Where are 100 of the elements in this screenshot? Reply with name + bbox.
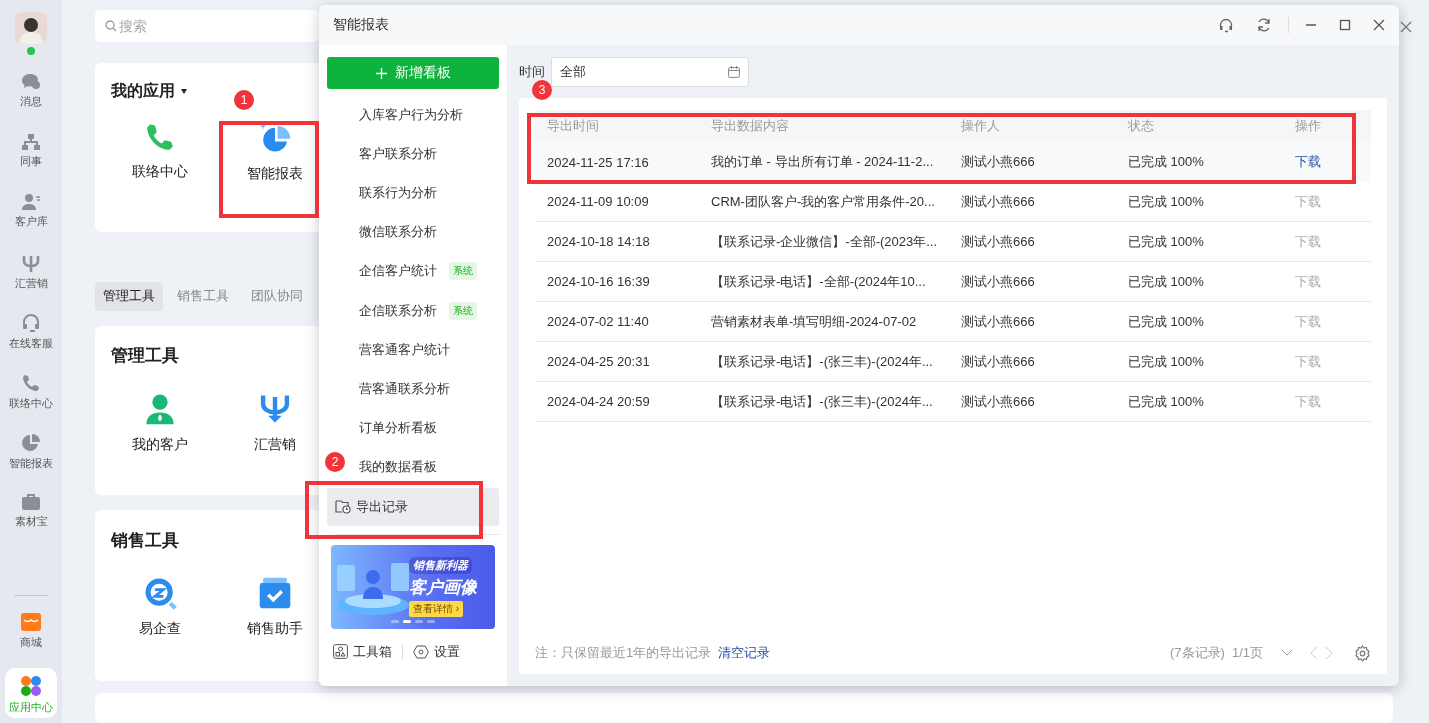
table-cell-text: 2024-10-18 14:18 — [547, 234, 651, 249]
person-icon — [21, 193, 41, 211]
column-header: 导出数据内容 — [711, 117, 790, 135]
note-text: 注：只保留最近1年的导出记录 — [535, 644, 712, 662]
banner-kicker: 销售新利器 — [409, 556, 472, 574]
table-cell-text: 测试小燕666 — [961, 272, 1036, 291]
nav-item[interactable]: 消息 — [5, 69, 57, 129]
menu-item[interactable]: 微信联系分析 — [359, 223, 437, 242]
menu-item[interactable]: 客户联系分析 — [359, 144, 437, 163]
nav-item[interactable]: 智能报表 — [5, 429, 57, 489]
dropdown-icon[interactable] — [181, 88, 187, 94]
nav-item[interactable]: 联络中心 — [5, 369, 57, 429]
nav-item[interactable]: 在线客服 — [5, 309, 57, 369]
app-tile[interactable]: 联络中心 — [110, 121, 210, 183]
column-header: 导出时间 — [547, 117, 600, 135]
table-cell-text: 【联系记录-电话】-(张三丰)-(2024年... — [711, 352, 934, 371]
menu-item[interactable]: 企信客户统计 — [359, 262, 437, 281]
table-row[interactable]: 2024-07-02 11:40 营销素材表单-填写明细-2024-07-02 测试小燕666 已完成 100% 下载 — [535, 302, 1371, 342]
calendar-icon — [728, 66, 740, 78]
settings-icon[interactable] — [1354, 644, 1371, 662]
pie-chart-icon — [21, 433, 41, 453]
tab[interactable]: 管理工具 — [95, 281, 163, 311]
table-cell-text: 【联系记录-电话】-全部-(2024年10... — [711, 272, 927, 291]
table-cell-text: 已完成 100% — [1128, 392, 1205, 411]
column-header: 操作 — [1295, 117, 1322, 135]
briefcase-icon — [21, 493, 41, 511]
nav-item[interactable]: 客户库 — [5, 189, 57, 249]
close-icon[interactable] — [1400, 21, 1412, 33]
app-tile[interactable]: 智能报表 — [225, 121, 325, 183]
system-tag: 系统 — [449, 262, 477, 281]
details-button[interactable]: 查看详情 › — [409, 600, 464, 617]
menu-item[interactable]: 我的数据看板 — [359, 458, 437, 477]
headset-icon — [21, 313, 41, 333]
table-cell-text: 已完成 100% — [1128, 153, 1205, 171]
menu-item[interactable]: 订单分析看板 — [359, 419, 437, 438]
table-cell-text: 【联系记录-企业微信】-全部-(2023年... — [711, 232, 939, 251]
app-tile[interactable]: 易企查 — [110, 576, 210, 639]
table-cell-text: 【联系记录-电话】-(张三丰)-(2024年... — [711, 392, 934, 411]
table-cell-text: 测试小燕666 — [961, 352, 1036, 371]
app-tile[interactable]: 我的客户 — [110, 391, 210, 454]
column-header: 操作人 — [961, 117, 1001, 135]
filter-label: 时间 — [519, 63, 545, 81]
window-title: 智能报表 — [333, 16, 389, 34]
table-row[interactable]: 2024-10-16 16:39 【联系记录-电话】-全部-(2024年10... 测试小燕666 已完成 100% 下载 — [535, 262, 1371, 302]
section-title: 我的应用 — [111, 80, 175, 101]
close-icon[interactable] — [1373, 19, 1385, 31]
table-cell-text: 测试小燕666 — [961, 192, 1036, 211]
apps-icon — [20, 675, 42, 697]
table-cell-text: 已完成 100% — [1128, 232, 1205, 251]
nav-item[interactable]: 同事 — [5, 129, 57, 189]
download-link[interactable]: 下载 — [1295, 153, 1371, 171]
plus-icon — [375, 67, 387, 79]
menu-item[interactable]: 联系行为分析 — [359, 183, 437, 202]
menu-item[interactable]: 导出记录 — [327, 487, 499, 526]
menu-item[interactable]: 入库客户行为分析 — [359, 105, 463, 124]
section-title: 管理工具 — [111, 345, 179, 368]
table-row[interactable]: 2024-04-24 20:59 【联系记录-电话】-(张三丰)-(2024年... 测试小燕666 已完成 100% 下载 — [535, 382, 1371, 422]
date-range-field[interactable]: 全部 — [551, 57, 749, 87]
table-cell-text: 已完成 100% — [1128, 272, 1205, 291]
table-cell-text: 营销素材表单-填写明细-2024-07-02 — [711, 312, 918, 331]
table-cell-text: 测试小燕666 — [961, 153, 1036, 171]
promo-banner[interactable]: 销售新利器 客户画像 查看详情 › — [331, 544, 495, 629]
settings-icon — [413, 644, 429, 659]
menu-item[interactable]: 企信联系分析 — [359, 301, 437, 320]
table-cell-text: 已完成 100% — [1128, 312, 1205, 331]
org-chart-icon — [21, 133, 41, 151]
refresh-icon[interactable] — [1256, 17, 1272, 33]
check-card-icon — [258, 576, 292, 611]
column-header: 状态 — [1128, 117, 1155, 135]
table-cell-text: 已完成 100% — [1128, 192, 1205, 211]
app-tile[interactable]: 汇营销 — [225, 391, 325, 454]
nav-item[interactable]: 汇营销 — [5, 249, 57, 309]
avatar[interactable] — [15, 12, 47, 44]
banner-headline: 客户画像 — [409, 576, 477, 599]
clear-records-link[interactable]: 清空记录 — [718, 644, 771, 662]
table-row[interactable]: 2024-10-18 14:18 【联系记录-企业微信】-全部-(2023年... 测试小燕666 已完成 100% 下载 — [535, 222, 1371, 262]
table-row[interactable]: 2024-04-25 20:31 【联系记录-电话】-(张三丰)-(2024年... 测试小燕666 已完成 100% 下载 — [535, 342, 1371, 382]
phone-icon — [21, 373, 41, 393]
menu-item[interactable]: 营客通联系分析 — [359, 379, 450, 398]
search-field[interactable]: 搜索 — [95, 10, 319, 42]
table-row[interactable]: 2024-11-09 10:09 CRM-团队客户-我的客户常用条件-20... 测试小燕666 已完成 100% 下载 — [535, 182, 1371, 222]
toolbox-button[interactable]: 工具箱 — [333, 642, 392, 661]
nav-item[interactable]: 素材宝 — [5, 489, 57, 549]
maximize-icon[interactable] — [1339, 19, 1351, 31]
table-cell-text: 测试小燕666 — [961, 392, 1036, 411]
chevron-down-icon — [1281, 649, 1293, 657]
nav-item[interactable]: 商城 — [5, 608, 57, 668]
settings-button[interactable]: 设置 — [413, 642, 460, 661]
folder-clock-icon — [335, 499, 351, 515]
table-cell-text: 2024-11-09 10:09 — [547, 194, 650, 209]
headset-icon[interactable] — [1218, 17, 1234, 33]
section-title: 销售工具 — [111, 530, 179, 552]
shapes-icon — [333, 644, 348, 660]
table-cell-text: 2024-07-02 11:40 — [547, 314, 650, 329]
app-tile[interactable]: 销售助手 — [225, 576, 325, 639]
chat-icon — [21, 73, 41, 91]
fork-icon — [21, 253, 41, 273]
table-row[interactable]: 2024-11-25 17:16 我的订单 - 导出所有订单 - 2024-11-2... 测试小燕666 已完成 100% 下载 — [535, 142, 1371, 182]
menu-item[interactable]: 营客通客户统计 — [359, 340, 450, 359]
table-cell-text: 2024-04-24 20:59 — [547, 394, 651, 409]
